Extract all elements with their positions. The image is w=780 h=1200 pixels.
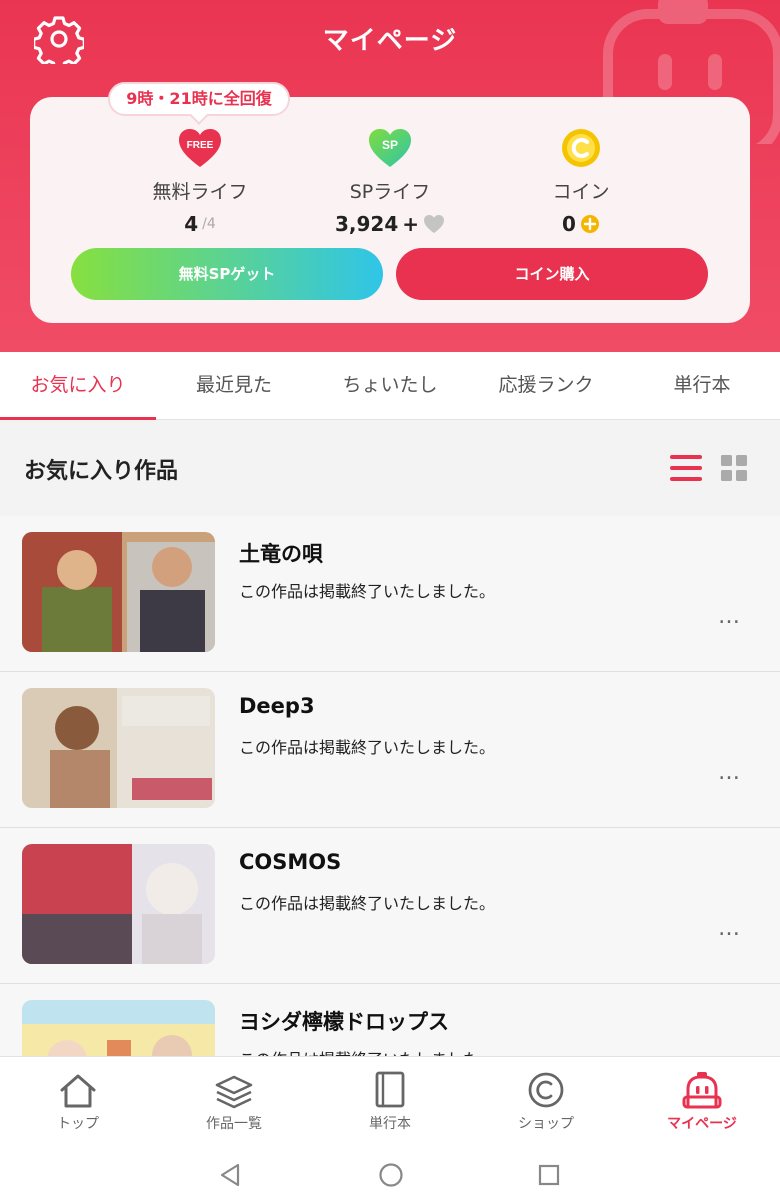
system-navigation-bar (0, 1144, 780, 1200)
nav-mypage[interactable]: マイページ (624, 1057, 780, 1144)
favorites-list: 土竜の唄 この作品は掲載終了いたしました。 … Deep3 この作品は掲載終了い… (0, 516, 780, 1056)
list-item[interactable]: COSMOS この作品は掲載終了いたしました。 … (0, 828, 780, 984)
item-title[interactable]: COSMOS (239, 850, 341, 874)
coin-icon (562, 129, 600, 167)
page-title: マイページ (322, 26, 458, 56)
nav-label: マイページ (667, 1116, 737, 1132)
cover-thumbnail[interactable] (22, 688, 215, 808)
tab-choitashi[interactable]: ちょいたし (312, 352, 468, 419)
home-icon (60, 1074, 96, 1108)
bottom-navigation: トップ 作品一覧 単行本 ショップ マイページ (0, 1056, 780, 1144)
item-status: この作品は掲載終了いたしました。 (239, 894, 496, 913)
life-status-card: FREE 無料ライフ 4 /4 SP SPライフ 3,924 + コイン 0 無… (30, 97, 750, 323)
system-home-icon[interactable] (378, 1162, 404, 1188)
item-status: この作品は掲載終了いたしました。 (239, 738, 496, 757)
system-back-icon[interactable] (218, 1162, 242, 1188)
free-life-label: 無料ライフ (152, 181, 248, 203)
get-free-sp-button[interactable]: 無料SPゲット (71, 248, 383, 300)
tab-bar: お気に入り 最近見た ちょいたし 応援ランク 単行本 (0, 352, 780, 420)
free-life-max: /4 (202, 216, 216, 232)
list-item[interactable]: Deep3 この作品は掲載終了いたしました。 … (0, 672, 780, 828)
list-view-icon[interactable] (668, 452, 704, 484)
section-header: お気に入り作品 (0, 420, 780, 516)
more-options-icon[interactable]: … (718, 916, 741, 941)
tab-volumes[interactable]: 単行本 (624, 352, 780, 419)
free-life-stat: FREE 無料ライフ 4 /4 (100, 125, 300, 236)
nav-label: 単行本 (369, 1116, 411, 1132)
sp-heart-icon: SP (369, 129, 411, 167)
nav-volumes[interactable]: 単行本 (312, 1057, 468, 1144)
sp-icon-text: SP (382, 138, 398, 152)
item-title[interactable]: ヨシダ檸檬ドロップス (239, 1006, 449, 1036)
tab-recently-viewed[interactable]: 最近見た (156, 352, 312, 419)
cover-thumbnail[interactable] (22, 532, 215, 652)
free-life-value: 4 (184, 212, 199, 236)
cover-thumbnail[interactable] (22, 1000, 215, 1056)
tab-favorites[interactable]: お気に入り (0, 352, 156, 420)
recover-notice-badge: 9時・21時に全回復 (108, 82, 290, 116)
tab-support-rank[interactable]: 応援ランク (468, 352, 624, 419)
section-title: お気に入り作品 (24, 459, 179, 484)
sp-life-plus: + (402, 212, 420, 236)
cover-thumbnail[interactable] (22, 844, 215, 964)
sp-life-stat: SP SPライフ 3,924 + (290, 125, 490, 236)
item-title[interactable]: 土竜の唄 (239, 538, 323, 568)
item-status: この作品は掲載終了いたしました。 (239, 582, 496, 601)
list-item[interactable]: ヨシダ檸檬ドロップス この作品は掲載終了いたしました。 … (0, 984, 780, 1056)
more-options-icon[interactable]: … (718, 760, 741, 785)
sp-life-label: SPライフ (349, 181, 431, 203)
more-options-icon[interactable]: … (718, 604, 741, 629)
item-status: この作品は掲載終了いたしました。 (239, 1046, 495, 1056)
book-icon (375, 1071, 405, 1108)
grid-view-icon[interactable] (720, 454, 748, 482)
free-icon-text: FREE (187, 140, 214, 151)
coin-label: コイン (552, 181, 610, 203)
coin-stat: コイン 0 (481, 125, 681, 236)
mascot-icon (682, 1072, 722, 1109)
nav-label: 作品一覧 (206, 1116, 262, 1132)
books-stack-icon (215, 1075, 253, 1109)
system-recents-icon[interactable] (538, 1164, 560, 1186)
buy-coin-button[interactable]: コイン購入 (396, 248, 708, 300)
nav-label: トップ (57, 1116, 99, 1132)
nav-top[interactable]: トップ (0, 1057, 156, 1144)
nav-works-list[interactable]: 作品一覧 (156, 1057, 312, 1144)
gray-heart-icon (424, 214, 445, 234)
copyright-coin-icon (528, 1072, 564, 1108)
coin-value: 0 (562, 212, 576, 236)
item-title[interactable]: Deep3 (239, 694, 315, 718)
free-heart-icon: FREE (179, 129, 221, 167)
add-coin-plus-icon[interactable] (580, 214, 600, 234)
list-item[interactable]: 土竜の唄 この作品は掲載終了いたしました。 … (0, 516, 780, 672)
nav-label: ショップ (518, 1116, 574, 1132)
nav-shop[interactable]: ショップ (468, 1057, 624, 1144)
sp-life-value: 3,924 (334, 212, 399, 236)
